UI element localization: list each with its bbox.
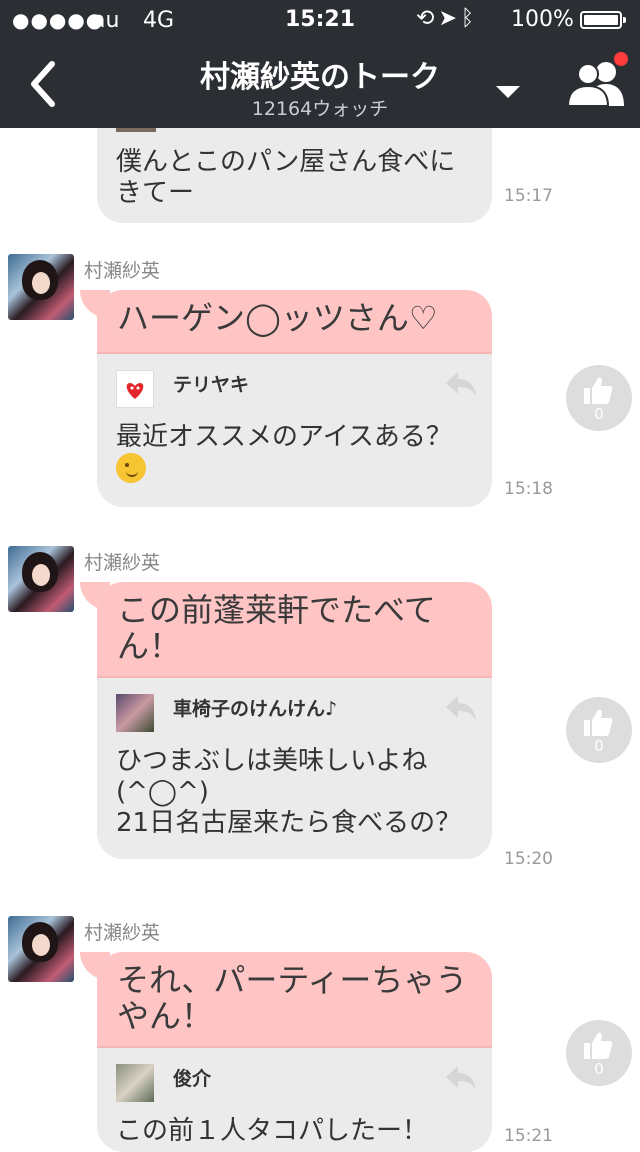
like-button[interactable]: 0 xyxy=(566,697,632,763)
message-time: 15:18 xyxy=(504,479,553,499)
reply-text: ひつまぶしは美味しいよね(^◯^) 21日名古屋来たら食べるの？ xyxy=(116,746,462,838)
message-bubble[interactable]: ハーゲン◯ッツさん♡ テリヤキ 最近オススメのアイスある？ xyxy=(97,290,492,507)
message-time: 15:21 xyxy=(504,1126,553,1146)
message-bubble[interactable]: この前蓬莱軒でたべてん！ 車椅子のけんけん♪ ひつまぶしは美味しいよね(^◯^)… xyxy=(97,582,492,859)
battery-percent: 100% xyxy=(511,7,574,32)
watch-count: 12164ウォッチ xyxy=(251,98,389,120)
reply-header: 車椅子のけんけん♪ xyxy=(97,678,492,734)
thumbs-up-icon xyxy=(584,709,613,736)
reply-thumbnail xyxy=(116,694,154,732)
message-text: この前蓬莱軒でたべてん！ xyxy=(97,582,492,678)
reply-header: 俊介 xyxy=(97,1048,492,1104)
sender-name: 村瀬紗英 xyxy=(84,922,161,944)
reply-author: 車椅子のけんけん♪ xyxy=(173,698,338,720)
reply-arrow-icon[interactable] xyxy=(444,694,478,722)
like-count: 0 xyxy=(594,405,604,423)
message-text: 僕んとこのパン屋さん食べにきてー xyxy=(116,147,456,208)
wink-emoji-icon xyxy=(116,453,146,483)
like-button[interactable]: 0 xyxy=(566,1020,632,1086)
members-button[interactable] xyxy=(566,52,628,108)
location-arrow-icon: ➤ xyxy=(438,6,461,31)
page-title: 村瀬紗英のトーク xyxy=(200,60,440,95)
reply-header: テリヤキ xyxy=(97,354,492,410)
reply-arrow-icon[interactable] xyxy=(444,1064,478,1092)
reply-author: テリヤキ xyxy=(173,374,250,396)
reply-thumbnail xyxy=(116,370,154,408)
rotation-lock-icon: ⟲ xyxy=(416,6,439,31)
avatar[interactable] xyxy=(8,916,74,982)
like-count: 0 xyxy=(594,1060,604,1078)
like-count: 0 xyxy=(594,737,604,755)
status-icons: ⟲➤ᛒ xyxy=(416,6,478,31)
message-text: ハーゲン◯ッツさん♡ xyxy=(97,290,492,354)
notification-dot xyxy=(614,52,628,66)
message-time: 15:17 xyxy=(504,186,553,206)
reply-text: この前１人タコパしたー！ xyxy=(116,1116,429,1146)
chevron-down-icon[interactable] xyxy=(496,86,520,100)
bluetooth-icon: ᛒ xyxy=(460,6,479,31)
thumbs-up-icon xyxy=(584,1032,613,1059)
reply-arrow-icon[interactable] xyxy=(444,370,478,398)
message-time: 15:20 xyxy=(504,849,553,869)
avatar[interactable] xyxy=(8,254,74,320)
reply-thumbnail xyxy=(116,1064,154,1102)
reply-author: 俊介 xyxy=(173,1068,212,1090)
battery-icon xyxy=(580,11,626,29)
reply-text: 最近オススメのアイスある？ xyxy=(97,410,492,507)
message-bubble[interactable]: それ、パーティーちゃうやん！ 俊介 この前１人タコパしたー！ xyxy=(97,952,492,1152)
like-button[interactable]: 0 xyxy=(566,365,632,431)
status-bar: ●●●●● au 4G 15:21 ⟲➤ᛒ 100% xyxy=(0,0,640,40)
thumbs-up-icon xyxy=(584,377,613,404)
message-text: それ、パーティーちゃうやん！ xyxy=(97,952,492,1048)
sender-name: 村瀬紗英 xyxy=(84,552,161,574)
sender-name: 村瀬紗英 xyxy=(84,260,161,282)
app-header: ●●●●● au 4G 15:21 ⟲➤ᛒ 100% 村瀬紗英のトーク 1216… xyxy=(0,0,640,128)
avatar[interactable] xyxy=(8,546,74,612)
